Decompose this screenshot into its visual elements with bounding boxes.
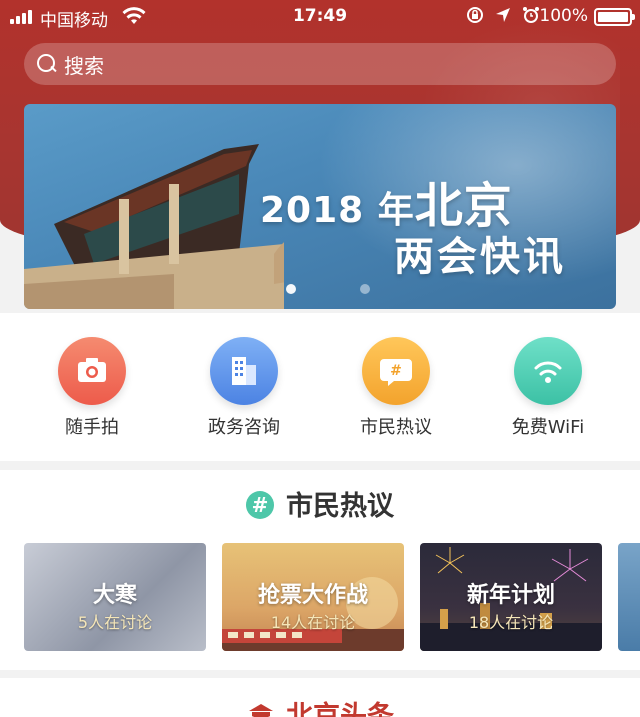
- nav-label: 免费WiFi: [511, 417, 585, 438]
- rotation-lock-icon: [466, 6, 484, 29]
- section-heading: # 市民热议: [0, 484, 640, 523]
- section-title: 市民热议: [286, 491, 394, 522]
- forbidden-city-image: [24, 144, 284, 309]
- banner-year: 2018 年: [260, 190, 415, 231]
- nav-label: 政务咨询: [208, 417, 280, 438]
- card-subtitle: 5人在讨论: [77, 613, 153, 632]
- building-icon: [210, 337, 278, 405]
- discussion-card[interactable]: 大寒 5人在讨论: [24, 543, 206, 651]
- news-title: 北京头条: [286, 701, 394, 717]
- nav-item-gov-consult[interactable]: 政务咨询: [184, 337, 304, 439]
- nav-item-snapshot[interactable]: 随手拍: [32, 337, 152, 439]
- card-subtitle: 14人在讨论: [270, 613, 356, 632]
- banner-carousel[interactable]: 2018 年北京 两会快讯: [24, 104, 616, 309]
- news-section: 北京头条: [0, 678, 640, 717]
- banner-subtitle: 两会快讯: [394, 234, 566, 280]
- hot-discussion-section: # 市民热议 大寒 5人在讨论 抢票大作战 14人在讨论 新年计划 18人在讨论: [0, 470, 640, 670]
- hash-icon: #: [246, 491, 274, 519]
- search-bar[interactable]: 搜索: [24, 43, 616, 85]
- nav-label: 市民热议: [360, 417, 432, 438]
- nav-item-free-wifi[interactable]: 免费WiFi: [488, 337, 608, 439]
- card-title: 新年计划: [466, 583, 555, 608]
- discussion-cards: 大寒 5人在讨论 抢票大作战 14人在讨论 新年计划 18人在讨论: [24, 543, 640, 651]
- battery-icon: [594, 8, 635, 26]
- location-icon: [494, 6, 512, 29]
- search-icon: [36, 53, 58, 75]
- svg-text:#: #: [390, 363, 402, 379]
- battery-fill: [598, 12, 628, 22]
- carousel-indicator: [286, 284, 370, 294]
- alarm-icon: [522, 6, 540, 29]
- chat-hash-icon: #: [362, 337, 430, 405]
- card-subtitle: 18人在讨论: [468, 613, 554, 632]
- discussion-card[interactable]: 抢票大作战 14人在讨论: [222, 543, 404, 651]
- carousel-dot[interactable]: [286, 284, 296, 294]
- status-bar: 中国移动 17:49 100%: [0, 0, 640, 34]
- news-heading: 北京头条: [0, 694, 640, 717]
- discussion-card[interactable]: 新年计划 18人在讨论: [420, 543, 602, 651]
- camera-icon: [58, 337, 126, 405]
- tiananmen-icon: [246, 701, 276, 717]
- search-placeholder: 搜索: [64, 53, 104, 78]
- discussion-card[interactable]: [618, 543, 640, 651]
- nav-item-public-discussion[interactable]: # 市民热议: [336, 337, 456, 439]
- card-title: 抢票大作战: [257, 583, 368, 608]
- carousel-dot[interactable]: [360, 284, 370, 294]
- status-icons: [466, 6, 540, 29]
- card-title: 大寒: [92, 583, 137, 608]
- nav-label: 随手拍: [65, 417, 119, 438]
- quick-nav: 随手拍 政务咨询 # 市民热议 免费WiFi: [0, 313, 640, 461]
- battery-percentage: 100%: [539, 6, 588, 26]
- wifi-icon: [514, 337, 582, 405]
